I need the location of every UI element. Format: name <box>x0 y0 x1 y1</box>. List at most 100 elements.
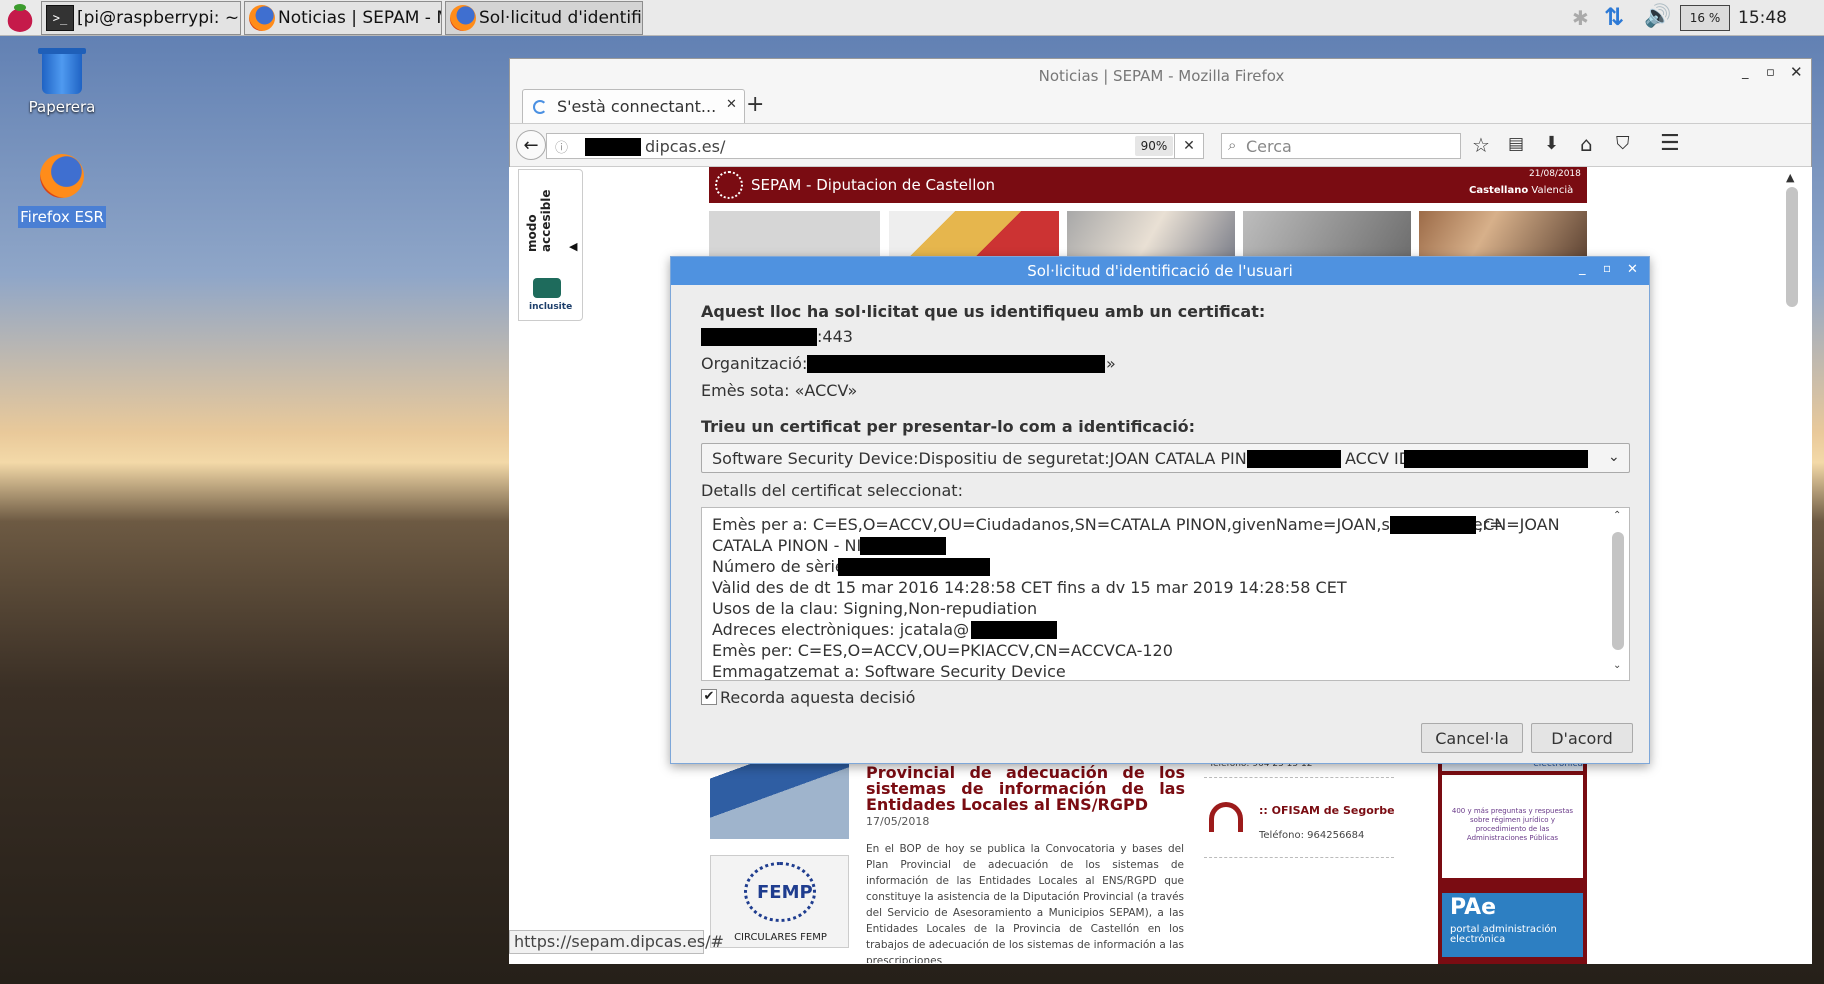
dialog-maximize-button[interactable]: ▫ <box>1603 261 1611 275</box>
details-scroll-thumb[interactable] <box>1612 532 1624 650</box>
tab-connecting[interactable]: S'està connectant... ✕ <box>522 89 745 123</box>
search-icon: ⌕ <box>1228 136 1237 154</box>
scroll-down-icon[interactable]: ⌄ <box>1613 660 1621 671</box>
details-box[interactable]: Emès per a: C=ES,O=ACCV,OU=Ciudadanos,SN… <box>701 507 1630 681</box>
firefox-icon <box>249 5 275 31</box>
back-button[interactable]: ← <box>516 130 546 160</box>
url-text: dipcas.es/ <box>645 137 726 156</box>
pae-ad[interactable]: PAe portal administración electrónica <box>1442 893 1583 957</box>
task-dialog-label: Sol·licitud d'identifica... <box>479 8 642 28</box>
task-terminal[interactable]: >_ [pi@raspberrypi: ~] <box>41 1 241 35</box>
dialog-titlebar: Sol·licitud d'identificació de l'usuari … <box>671 257 1649 285</box>
page-scrollbar[interactable]: ▲ <box>1784 171 1800 545</box>
menu-icon[interactable]: ☰ <box>1660 131 1680 156</box>
certificate-select[interactable]: Software Security Device:Dispositiu de s… <box>701 443 1630 473</box>
accessibility-panel[interactable]: modo accesible ◀ inclusite <box>518 169 583 321</box>
home-icon[interactable]: ⌂ <box>1580 132 1593 156</box>
ofisam-name[interactable]: :: OFISAM de Segorbe <box>1259 804 1395 817</box>
trash-icon <box>42 52 82 94</box>
remember-label[interactable]: Recorda aquesta decisió <box>720 688 915 707</box>
task-firefox-noticias[interactable]: Noticias | SEPAM - M... <box>244 1 442 35</box>
url-bar[interactable]: ⓘ dipcas.es/ 90% <box>546 133 1175 159</box>
dialog-minimize-button[interactable]: _ <box>1579 261 1586 276</box>
reading-list-icon[interactable]: ▤ <box>1508 134 1524 154</box>
raspberry-menu-icon[interactable] <box>6 4 34 32</box>
org-label: Organització: « <box>701 354 823 373</box>
desktop-firefox[interactable]: Firefox ESR <box>18 152 106 230</box>
pae-title: PAe <box>1450 895 1497 920</box>
scroll-up-icon[interactable]: ▲ <box>1786 171 1794 184</box>
chevron-down-icon: ⌄ <box>1608 449 1620 465</box>
sepam-logo-icon <box>715 171 743 199</box>
search-box[interactable]: ⌕ Cerca <box>1221 133 1461 159</box>
info-icon: ⓘ <box>555 141 569 156</box>
ok-button[interactable]: D'acord <box>1531 723 1633 753</box>
download-icon[interactable]: ⬇ <box>1544 133 1559 154</box>
task-firefox-dialog[interactable]: Sol·licitud d'identifica... <box>445 1 643 35</box>
volume-icon[interactable]: 🔊 <box>1644 4 1671 29</box>
minimize-button[interactable]: _ <box>1742 65 1749 80</box>
desktop-trash[interactable]: Paperera <box>24 48 100 118</box>
search-placeholder: Cerca <box>1246 137 1292 156</box>
banner-left <box>709 211 880 261</box>
close-button[interactable]: ✕ <box>1790 63 1803 81</box>
lang-castellano[interactable]: Castellano <box>1469 185 1528 196</box>
new-tab-button[interactable]: + <box>746 92 764 117</box>
banner-image-2[interactable] <box>1067 211 1235 261</box>
loading-spinner-icon <box>533 100 547 114</box>
tab-label: S'està connectant... <box>557 97 717 116</box>
detail-line-3: Número de sèrie: <box>712 557 851 576</box>
banner-image-1[interactable] <box>889 211 1059 261</box>
cpu-monitor[interactable]: 16 % <box>1680 5 1730 31</box>
scroll-thumb[interactable] <box>1786 187 1798 307</box>
firefox-icon <box>450 5 476 31</box>
remember-checkbox[interactable]: ✔ <box>701 689 717 705</box>
collapse-arrow-icon[interactable]: ◀ <box>569 240 577 253</box>
task-terminal-label: [pi@raspberrypi: ~] <box>77 8 241 28</box>
zoom-value: 90% <box>1140 139 1168 153</box>
detail-line-6: Adreces electròniques: jcatala@ <box>712 620 970 639</box>
scroll-up-icon[interactable]: ⌃ <box>1613 510 1621 521</box>
news-title[interactable]: Provincial de adecuación de los sistemas… <box>866 765 1185 813</box>
detail-line-5: Usos de la clau: Signing,Non-repudiation <box>712 599 1038 618</box>
news-thumbnail[interactable] <box>710 759 849 839</box>
dialog-close-button[interactable]: ✕ <box>1627 262 1638 277</box>
detail-line-1b: ,CN=JOAN <box>1478 515 1560 534</box>
certificate-dialog: Sol·licitud d'identificació de l'usuari … <box>670 256 1650 764</box>
ad-preguntas[interactable]: 400 y más preguntas y respuestas sobre r… <box>1442 775 1583 878</box>
pocket-icon[interactable]: ⛉ <box>1616 133 1630 154</box>
femp-logo-text: FEMP <box>757 882 813 903</box>
inclusite-logo <box>533 278 561 298</box>
detail-line-7: Emès per: C=ES,O=ACCV,OU=PKIACCV,CN=ACCV… <box>712 641 1173 660</box>
select-mid: ACCV ID <box>1345 449 1412 468</box>
cpu-value: 16 % <box>1689 11 1721 25</box>
bluetooth-icon[interactable]: ✱ <box>1572 6 1589 30</box>
details-scrollbar[interactable]: ⌃ ⌄ <box>1609 510 1627 678</box>
lang-valencia[interactable]: Valencià <box>1531 185 1573 196</box>
terminal-icon: >_ <box>46 5 74 31</box>
org-end: » <box>1106 354 1116 373</box>
stop-button[interactable]: ✕ <box>1174 133 1204 159</box>
choose-label: Trieu un certificat per presentar-lo com… <box>701 417 1196 436</box>
bookmark-star-icon[interactable]: ☆ <box>1472 133 1490 157</box>
maximize-button[interactable]: ▫ <box>1766 65 1775 80</box>
cancel-button[interactable]: Cancel·la <box>1421 723 1523 753</box>
banner-image-4[interactable] <box>1419 211 1587 261</box>
task-firefox-label: Noticias | SEPAM - M... <box>278 8 441 28</box>
femp-caption: CIRCULARES FEMP <box>734 932 827 943</box>
trash-label: Paperera <box>28 98 96 116</box>
tab-close-icon[interactable]: ✕ <box>726 97 737 112</box>
status-url: https://sepam.dipcas.es/# <box>509 930 724 954</box>
window-title: Noticias | SEPAM - Mozilla Firefox <box>1038 67 1285 85</box>
site-header: SEPAM - Diputacion de Castellon 21/08/20… <box>709 167 1587 203</box>
clock[interactable]: 15:48 <box>1738 8 1787 28</box>
select-prefix: Software Security Device:Dispositiu de s… <box>712 449 1314 468</box>
network-icon[interactable]: ⇅ <box>1604 3 1624 31</box>
zoom-indicator[interactable]: 90% <box>1135 136 1173 156</box>
banner-image-3[interactable] <box>1243 211 1411 261</box>
pae-subtitle: portal administración electrónica <box>1450 924 1557 945</box>
ofisam-arch-icon <box>1209 802 1243 832</box>
firefox-label: Firefox ESR <box>18 206 106 228</box>
femp-box[interactable]: FEMP CIRCULARES FEMP <box>710 855 849 948</box>
inclusite-label: inclusite <box>529 302 573 312</box>
